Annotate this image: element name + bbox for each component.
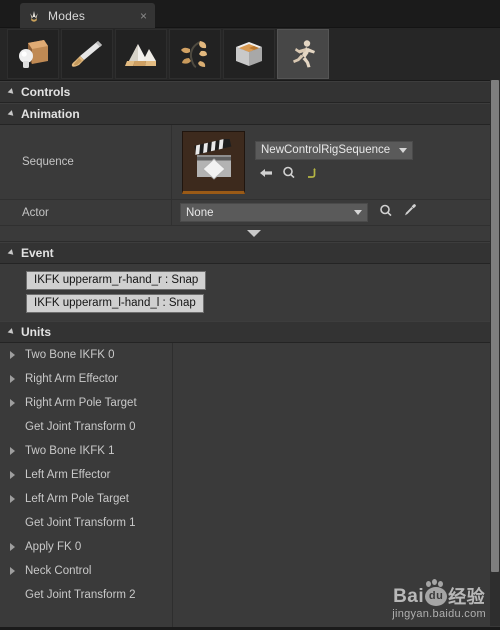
unit-label: Two Bone IKFK 0 [25,349,115,361]
table-row[interactable]: Neck Control [0,559,500,583]
reset-to-default-icon[interactable] [305,166,317,184]
unit-label: Apply FK 0 [25,541,82,553]
actor-icon-row [379,203,417,222]
tab-bar: Modes × [0,0,500,28]
chevron-down-icon [399,147,407,153]
mode-button-place[interactable] [7,29,59,79]
browse-to-actor-icon[interactable] [379,204,393,222]
expand-triangle-icon[interactable] [10,543,22,551]
sequence-controls: NewControlRigSequence [255,140,413,184]
expand-triangle-icon[interactable] [10,447,22,455]
mountain-icon [122,37,160,71]
unit-label: Neck Control [25,565,92,577]
tab-modes[interactable]: Modes × [20,3,155,28]
pick-actor-eyedropper-icon[interactable] [403,203,417,222]
section-header-event[interactable]: Event [0,242,500,264]
mode-button-landscape[interactable] [115,29,167,79]
expand-triangle-icon[interactable] [10,495,22,503]
property-row-sequence: Sequence NewControlRigSequence [0,125,500,200]
expand-triangle-icon[interactable] [10,471,22,479]
units-list: Two Bone IKFK 0 Right Arm Effector Right… [0,343,500,630]
sequence-label: Sequence [0,125,172,199]
unit-label: Get Joint Transform 0 [25,421,136,433]
table-row[interactable]: Two Bone IKFK 0 [0,343,500,367]
modes-panel-window: Modes × Controls Animation Sequence NewC… [0,0,500,630]
collapse-triangle-icon [7,328,16,336]
expand-down-icon[interactable] [247,230,261,237]
sequence-value: NewControlRigSequence [261,144,391,156]
table-row[interactable]: Apply FK 0 [0,535,500,559]
expand-triangle-icon[interactable] [10,375,22,383]
table-row[interactable]: Right Arm Pole Target [0,391,500,415]
modes-leaf-icon [26,8,42,24]
table-row[interactable]: Get Joint Transform 1 [0,511,500,535]
collapse-triangle-icon [7,88,16,96]
sequence-combo[interactable]: NewControlRigSequence [255,140,413,160]
sequence-icon-row [255,166,413,184]
chevron-down-icon [354,210,362,215]
unit-label: Two Bone IKFK 1 [25,445,115,457]
running-person-icon [284,37,322,71]
event-ikfk-right-arm-snap[interactable]: IKFK upperarm_r-hand_r : Snap [26,271,207,290]
actor-value: None [186,206,214,219]
section-header-controls[interactable]: Controls [0,81,500,103]
event-ikfk-left-arm-snap[interactable]: IKFK upperarm_l-hand_l : Snap [26,294,204,313]
unit-label: Right Arm Effector [25,373,119,385]
unit-label: Left Arm Pole Target [25,493,129,505]
unit-label: Get Joint Transform 2 [25,589,136,601]
table-row[interactable]: Two Bone IKFK 1 [0,439,500,463]
bsp-box-icon [230,37,268,71]
table-row[interactable]: Get Joint Transform 0 [0,415,500,439]
collapse-triangle-icon [7,110,16,118]
expand-triangle-icon[interactable] [10,567,22,575]
animation-properties: Sequence NewControlRigSequence Actor Non… [0,125,500,242]
expand-triangle-icon[interactable] [10,351,22,359]
actor-label: Actor [0,200,172,225]
actor-value-area: None [172,200,500,225]
mode-button-animation[interactable] [277,29,329,79]
unit-label: Left Arm Effector [25,469,111,481]
leaf-sprig-icon [176,37,214,71]
sequence-value-area: NewControlRigSequence [172,125,500,199]
close-icon[interactable]: × [138,10,149,22]
animation-expander-row[interactable] [0,226,500,242]
mode-toolbar [0,28,500,81]
section-title-controls: Controls [21,85,71,99]
unit-label: Right Arm Pole Target [25,397,137,409]
event-button-list: IKFK upperarm_r-hand_r : Snap IKFK upper… [0,264,500,321]
section-title-units: Units [21,325,51,339]
section-header-animation[interactable]: Animation [0,103,500,125]
property-row-actor: Actor None [0,200,500,226]
section-title-event: Event [21,246,54,260]
box-sphere-icon [14,37,52,71]
level-sequence-clapperboard-icon[interactable] [182,130,245,194]
mode-button-paint[interactable] [61,29,113,79]
table-row[interactable]: Left Arm Pole Target [0,487,500,511]
section-header-units[interactable]: Units [0,321,500,343]
tab-label: Modes [48,8,86,23]
table-row[interactable]: Left Arm Effector [0,463,500,487]
collapse-triangle-icon [7,249,16,257]
browse-to-asset-icon[interactable] [282,166,296,184]
table-row[interactable]: Get Joint Transform 2 [0,583,500,607]
unit-label: Get Joint Transform 1 [25,517,136,529]
mode-button-geometry-editing[interactable] [223,29,275,79]
mode-button-foliage[interactable] [169,29,221,79]
browse-back-icon[interactable] [259,166,273,184]
paintbrush-icon [68,37,106,71]
table-row[interactable]: Right Arm Effector [0,367,500,391]
section-title-animation: Animation [21,107,80,121]
actor-combo[interactable]: None [180,203,368,222]
expand-triangle-icon[interactable] [10,399,22,407]
